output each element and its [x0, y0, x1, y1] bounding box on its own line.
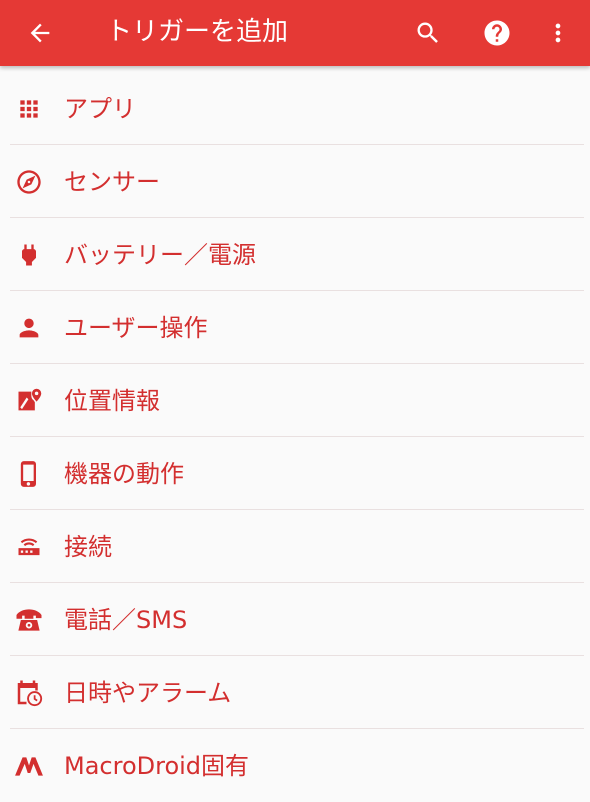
search-icon — [414, 19, 442, 47]
more-vert-icon — [544, 19, 572, 47]
power-plug-icon — [14, 240, 44, 270]
search-button[interactable] — [408, 13, 448, 53]
page-title: トリガーを追加 — [106, 17, 289, 47]
macrodroid-logo-icon — [14, 751, 44, 781]
category-item-macrodroid-specific[interactable]: MacroDroid固有 — [0, 729, 590, 802]
category-item-apps[interactable]: アプリ — [0, 72, 590, 145]
category-label: 電話／SMS — [64, 606, 188, 634]
arrow-back-icon — [26, 19, 54, 47]
router-icon — [14, 532, 44, 562]
category-item-battery-power[interactable]: バッテリー／電源 — [0, 218, 590, 291]
category-label: 接続 — [64, 533, 112, 561]
category-item-user-input[interactable]: ユーザー操作 — [0, 291, 590, 364]
person-icon — [14, 313, 44, 343]
calendar-clock-icon — [14, 678, 44, 708]
telephone-icon — [14, 605, 44, 635]
category-label: アプリ — [64, 95, 136, 123]
category-label: 日時やアラーム — [64, 679, 232, 707]
app-bar: トリガーを追加 — [0, 0, 590, 66]
help-button[interactable] — [477, 13, 517, 53]
category-item-device-events[interactable]: 機器の動作 — [0, 437, 590, 510]
category-item-phone-sms[interactable]: 電話／SMS — [0, 583, 590, 656]
category-label: MacroDroid固有 — [64, 752, 250, 780]
category-item-connectivity[interactable]: 接続 — [0, 510, 590, 583]
more-options-button[interactable] — [538, 13, 578, 53]
category-label: バッテリー／電源 — [64, 241, 256, 269]
trigger-category-list: アプリ センサー バッテリー／電源 ユーザー操作 位置情報 機器の動作 接続 電… — [0, 72, 590, 802]
phone-device-icon — [14, 459, 44, 489]
category-label: センサー — [64, 168, 160, 196]
compass-icon — [14, 167, 44, 197]
category-label: 位置情報 — [64, 387, 160, 415]
map-pin-icon — [14, 386, 44, 416]
help-icon — [482, 18, 512, 48]
category-label: 機器の動作 — [64, 460, 184, 488]
category-item-sensors[interactable]: センサー — [0, 145, 590, 218]
category-item-date-time[interactable]: 日時やアラーム — [0, 656, 590, 729]
category-item-location[interactable]: 位置情報 — [0, 364, 590, 437]
back-button[interactable] — [20, 13, 60, 53]
apps-grid-icon — [14, 94, 44, 124]
category-label: ユーザー操作 — [64, 314, 208, 342]
